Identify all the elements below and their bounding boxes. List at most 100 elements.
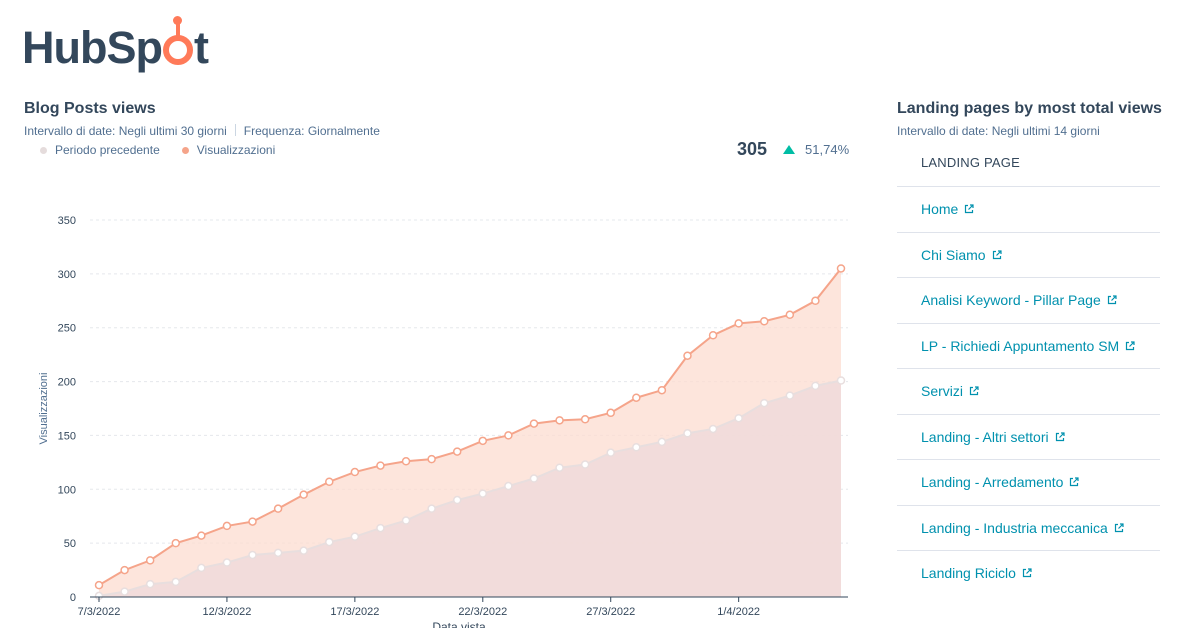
data-point[interactable] bbox=[325, 537, 334, 547]
external-link-icon[interactable] bbox=[1114, 523, 1124, 533]
data-point[interactable] bbox=[836, 376, 846, 385]
data-point[interactable] bbox=[759, 317, 769, 326]
legend-swatch-views bbox=[181, 146, 189, 154]
y-tick-label: 200 bbox=[58, 377, 76, 389]
data-point[interactable] bbox=[401, 457, 411, 466]
data-point[interactable] bbox=[222, 558, 232, 567]
data-point[interactable] bbox=[273, 548, 283, 558]
landing-page-link[interactable]: Chi Siamo bbox=[921, 247, 1002, 263]
external-link-icon[interactable] bbox=[1069, 477, 1080, 487]
data-point[interactable] bbox=[555, 416, 564, 425]
data-point[interactable] bbox=[657, 385, 667, 395]
external-link-icon[interactable] bbox=[969, 386, 979, 396]
external-link-icon[interactable] bbox=[1022, 568, 1032, 578]
data-point[interactable] bbox=[734, 413, 743, 423]
blog-posts-filters: Intervallo di date: Negli ultimi 30 gior… bbox=[24, 124, 380, 138]
x-tick-label: 22/3/2022 bbox=[458, 606, 507, 618]
data-point[interactable] bbox=[248, 550, 257, 560]
data-point[interactable] bbox=[145, 579, 155, 589]
data-point[interactable] bbox=[504, 481, 513, 491]
data-point[interactable] bbox=[759, 398, 769, 408]
data-point[interactable] bbox=[683, 351, 692, 360]
data-point[interactable] bbox=[171, 577, 181, 587]
y-axis-label: Visualizzazioni bbox=[38, 373, 50, 445]
data-point[interactable] bbox=[785, 310, 795, 320]
data-point[interactable] bbox=[478, 436, 488, 446]
legend-item-views[interactable]: Visualizzazioni bbox=[181, 143, 275, 157]
hubspot-logo: HubSp t bbox=[22, 16, 209, 73]
y-tick-label: 50 bbox=[64, 538, 76, 550]
landing-page-link[interactable]: Analisi Keyword - Pillar Page bbox=[921, 292, 1117, 308]
data-point[interactable] bbox=[708, 424, 718, 434]
data-point[interactable] bbox=[120, 587, 129, 596]
total-summary: 305 51,74% bbox=[737, 139, 849, 160]
data-point[interactable] bbox=[683, 429, 692, 438]
data-point[interactable] bbox=[299, 546, 308, 555]
data-point[interactable] bbox=[785, 391, 795, 400]
landing-page-link[interactable]: Landing - Altri settori bbox=[921, 429, 1065, 445]
data-point[interactable] bbox=[529, 419, 539, 428]
data-point[interactable] bbox=[632, 393, 641, 402]
data-point[interactable] bbox=[452, 447, 462, 456]
data-point[interactable] bbox=[145, 556, 155, 565]
x-tick-label: 1/4/2022 bbox=[717, 606, 760, 618]
landing-page-link[interactable]: Landing Riciclo bbox=[921, 565, 1032, 581]
chart-legend: Periodo precedente Visualizzazioni bbox=[40, 143, 275, 157]
data-point[interactable] bbox=[197, 563, 206, 573]
total-views-value: 305 bbox=[737, 139, 768, 159]
data-point[interactable] bbox=[811, 381, 820, 391]
landing-page-link[interactable]: Landing - Industria meccanica bbox=[921, 520, 1124, 536]
y-tick-label: 0 bbox=[70, 592, 76, 604]
external-link-icon[interactable] bbox=[964, 204, 974, 214]
y-tick-label: 150 bbox=[58, 430, 76, 442]
table-row: Home bbox=[897, 186, 1160, 232]
data-point[interactable] bbox=[580, 460, 590, 469]
data-point[interactable] bbox=[401, 516, 411, 525]
data-point[interactable] bbox=[427, 454, 436, 464]
data-point[interactable] bbox=[376, 523, 385, 533]
external-link-icon[interactable] bbox=[1125, 341, 1135, 351]
x-axis-label: Data vista bbox=[432, 620, 486, 628]
table-row: Landing Riciclo bbox=[897, 550, 1160, 596]
data-point[interactable] bbox=[376, 461, 385, 470]
landing-page-link[interactable]: Home bbox=[921, 201, 974, 217]
data-point[interactable] bbox=[222, 521, 232, 531]
table-row: LP - Richiedi Appuntamento SM bbox=[897, 322, 1160, 369]
legend-item-previous-period[interactable]: Periodo precedente bbox=[40, 143, 160, 157]
data-point[interactable] bbox=[325, 477, 334, 486]
landing-page-link[interactable]: Landing - Arredamento bbox=[921, 474, 1080, 490]
data-point[interactable] bbox=[529, 474, 539, 483]
data-point[interactable] bbox=[606, 408, 615, 418]
data-point[interactable] bbox=[197, 531, 206, 540]
data-point[interactable] bbox=[120, 565, 129, 575]
data-point[interactable] bbox=[606, 448, 615, 457]
landing-page-link[interactable]: Servizi bbox=[921, 383, 979, 399]
table-row: Servizi bbox=[897, 368, 1160, 414]
external-link-icon[interactable] bbox=[1055, 432, 1065, 442]
data-point[interactable] bbox=[248, 517, 257, 526]
landing-page-link[interactable]: LP - Richiedi Appuntamento SM bbox=[921, 338, 1135, 354]
data-point[interactable] bbox=[836, 264, 846, 273]
data-point[interactable] bbox=[734, 319, 743, 328]
data-point[interactable] bbox=[350, 532, 360, 541]
y-tick-label: 100 bbox=[58, 484, 76, 496]
data-point[interactable] bbox=[504, 431, 513, 440]
data-point[interactable] bbox=[657, 437, 667, 447]
data-point[interactable] bbox=[580, 415, 590, 424]
data-point[interactable] bbox=[555, 463, 564, 472]
sprocket-icon bbox=[162, 16, 193, 65]
data-point[interactable] bbox=[94, 580, 104, 590]
data-point[interactable] bbox=[273, 504, 283, 513]
data-point[interactable] bbox=[427, 504, 436, 513]
external-link-icon[interactable] bbox=[992, 250, 1002, 260]
data-point[interactable] bbox=[299, 490, 308, 499]
data-point[interactable] bbox=[708, 331, 718, 340]
external-link-icon[interactable] bbox=[1107, 295, 1117, 305]
landing-pages-title: Landing pages by most total views bbox=[897, 100, 1162, 117]
data-point[interactable] bbox=[452, 495, 462, 505]
data-point[interactable] bbox=[171, 538, 181, 548]
data-point[interactable] bbox=[632, 443, 641, 452]
data-point[interactable] bbox=[811, 296, 820, 306]
data-point[interactable] bbox=[478, 489, 488, 498]
data-point[interactable] bbox=[350, 467, 360, 477]
